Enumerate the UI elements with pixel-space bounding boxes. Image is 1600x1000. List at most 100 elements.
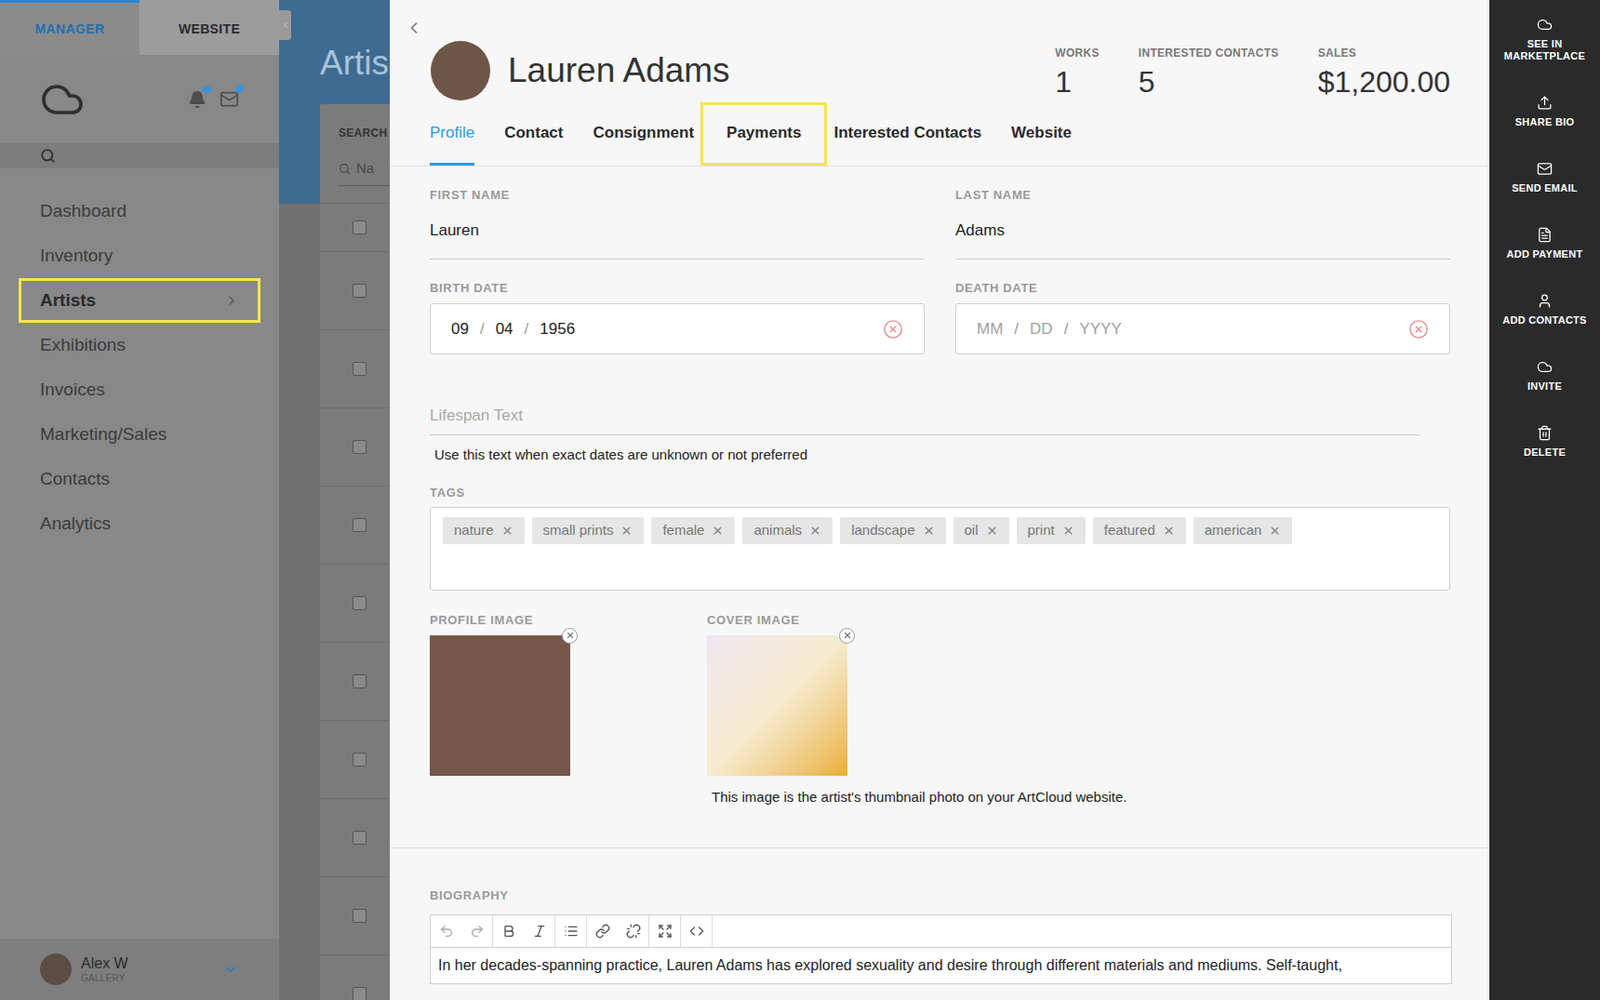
remove-icon[interactable] — [1062, 524, 1075, 537]
table-row[interactable] — [320, 486, 390, 565]
checkbox[interactable] — [352, 518, 367, 533]
date-separator: / — [480, 317, 485, 342]
table-row[interactable] — [320, 642, 390, 721]
sidebar-item[interactable]: Dashboard — [18, 188, 261, 234]
sidebar-item[interactable]: Marketing/Sales — [18, 412, 261, 457]
date-month[interactable]: 09 — [451, 317, 469, 342]
cover-image[interactable] — [706, 635, 848, 776]
sidebar-tab[interactable]: MANAGER — [0, 0, 140, 55]
tag-chip[interactable]: featured — [1093, 517, 1187, 545]
remove-image-button[interactable] — [839, 627, 855, 644]
clear-date-button[interactable] — [882, 319, 904, 340]
remove-icon[interactable] — [986, 524, 999, 537]
date-year[interactable]: YYYY — [1079, 317, 1121, 342]
user-footer[interactable]: Alex WGALLERY — [0, 938, 280, 1000]
table-row[interactable] — [320, 330, 390, 409]
back-icon[interactable] — [404, 18, 424, 38]
toolbar-button[interactable] — [617, 915, 649, 947]
remove-icon[interactable] — [1268, 524, 1281, 537]
remove-icon[interactable] — [501, 524, 514, 537]
profile-image[interactable] — [429, 635, 571, 776]
toolbar-button[interactable] — [680, 915, 712, 947]
table-row[interactable] — [320, 877, 390, 956]
table-row[interactable] — [320, 408, 390, 487]
text-input[interactable]: Adams — [955, 219, 1451, 260]
sidebar-item[interactable]: Inventory — [18, 233, 261, 279]
tag-chip[interactable]: female — [651, 517, 735, 545]
checkbox[interactable] — [352, 283, 367, 298]
action-button[interactable]: INVITE — [1489, 342, 1600, 409]
share-icon — [1536, 94, 1553, 111]
toolbar-button[interactable] — [430, 915, 462, 947]
panel-tab[interactable]: Profile — [414, 102, 490, 166]
action-button[interactable]: ADD PAYMENT — [1489, 210, 1600, 277]
sidebar-item[interactable]: Analytics — [18, 501, 261, 547]
checkbox[interactable] — [352, 596, 367, 611]
action-button[interactable]: ADD CONTACTS — [1489, 276, 1600, 343]
date-month[interactable]: MM — [976, 317, 1003, 342]
sidebar-item[interactable]: Invoices — [18, 367, 261, 413]
table-row[interactable] — [320, 955, 390, 1000]
tag-chip[interactable]: oil — [953, 517, 1010, 545]
panel-tab[interactable]: Contact — [489, 102, 578, 166]
action-button[interactable]: SEND EMAIL — [1489, 144, 1600, 211]
panel-tab[interactable]: Consignment — [577, 102, 709, 166]
table-row[interactable] — [320, 720, 390, 800]
toolbar-button[interactable] — [523, 915, 555, 947]
tags-input[interactable]: naturesmall printsfemaleanimalslandscape… — [429, 506, 1451, 591]
remove-icon[interactable] — [620, 524, 633, 537]
date-day[interactable]: DD — [1029, 317, 1054, 342]
sidebar-item[interactable]: Exhibitions — [18, 322, 261, 368]
toolbar-button[interactable] — [555, 915, 587, 947]
sidebar-search[interactable] — [0, 143, 280, 169]
action-button[interactable]: SEE IN MARKETPLACE — [1489, 0, 1600, 79]
checkbox[interactable] — [352, 674, 367, 689]
table-row[interactable] — [320, 799, 390, 878]
checkbox[interactable] — [352, 908, 367, 923]
toolbar-button[interactable] — [493, 915, 524, 947]
checkbox[interactable] — [352, 986, 367, 1000]
remove-image-button[interactable] — [561, 627, 578, 644]
panel-tab[interactable]: Website — [996, 102, 1087, 166]
checkbox[interactable] — [352, 220, 367, 235]
date-year[interactable]: 1956 — [539, 317, 575, 342]
toolbar-button[interactable] — [649, 915, 680, 947]
remove-icon[interactable] — [711, 524, 724, 537]
checkbox[interactable] — [352, 361, 367, 376]
tag-chip[interactable]: american — [1193, 517, 1294, 545]
tag-chip[interactable]: landscape — [840, 517, 946, 545]
collapse-button[interactable] — [279, 10, 292, 40]
action-button[interactable]: DELETE — [1489, 408, 1600, 475]
text-input[interactable]: Lauren — [429, 219, 925, 260]
tag-chip[interactable]: animals — [742, 517, 833, 545]
checkbox[interactable] — [352, 752, 367, 767]
date-input[interactable]: 09/04/1956 — [429, 303, 925, 355]
remove-icon[interactable] — [922, 524, 935, 537]
panel-tab[interactable]: Payments — [700, 102, 827, 166]
toolbar-icon — [532, 923, 547, 939]
remove-icon[interactable] — [1162, 524, 1175, 537]
panel-tab[interactable]: Interested Contacts — [818, 102, 997, 166]
lifespan-input[interactable]: Lifespan Text — [429, 404, 1420, 436]
notifications-button[interactable] — [187, 90, 207, 109]
tag-chip[interactable]: small prints — [532, 517, 645, 545]
tag-chip[interactable]: nature — [442, 517, 525, 545]
remove-icon[interactable] — [809, 524, 822, 537]
date-day[interactable]: 04 — [495, 317, 514, 342]
table-row[interactable] — [320, 564, 390, 643]
toolbar-button[interactable] — [586, 915, 618, 947]
checkbox[interactable] — [352, 830, 367, 845]
date-input[interactable]: MM/DD/YYYY — [955, 303, 1451, 355]
toolbar-button[interactable] — [461, 915, 493, 947]
checkbox[interactable] — [352, 440, 367, 454]
search-input[interactable]: Na — [338, 158, 390, 187]
sidebar-item[interactable]: Artists — [18, 278, 261, 323]
table-row[interactable] — [320, 252, 390, 331]
biography-editor[interactable]: In her decades-spanning practice, Lauren… — [429, 947, 1453, 985]
messages-button[interactable] — [219, 89, 240, 109]
clear-date-button[interactable] — [1408, 319, 1429, 340]
sidebar-tab[interactable]: WEBSITE — [139, 0, 280, 55]
sidebar-item[interactable]: Contacts — [18, 456, 261, 502]
tag-chip[interactable]: print — [1016, 517, 1086, 545]
action-button[interactable]: SHARE BIO — [1489, 78, 1600, 145]
